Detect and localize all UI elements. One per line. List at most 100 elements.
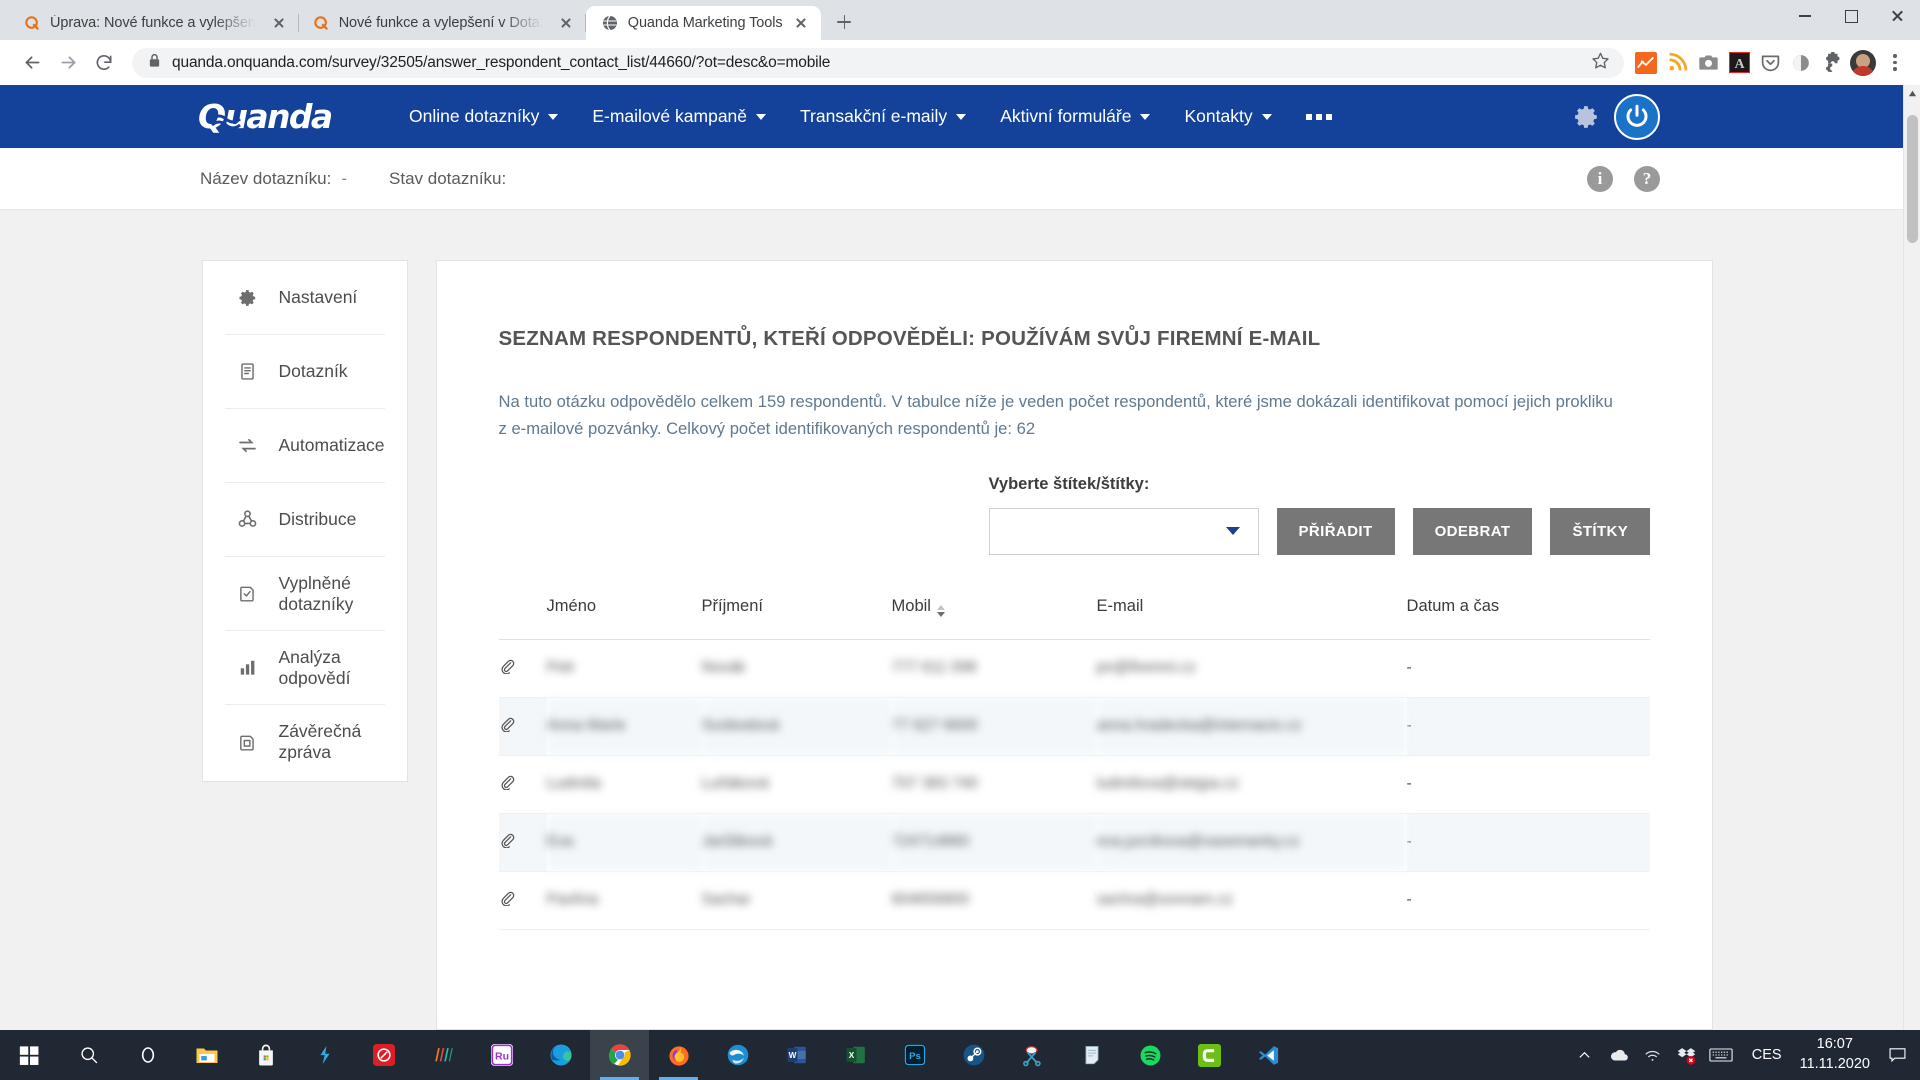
- steam-icon[interactable]: [944, 1030, 1003, 1080]
- rss-icon[interactable]: [1663, 49, 1691, 77]
- visual-studio-code-icon[interactable]: [1239, 1030, 1298, 1080]
- sidebar-item-distribuce[interactable]: Distribuce: [224, 483, 385, 557]
- camera-icon[interactable]: [1694, 49, 1722, 77]
- column-header-jmeno[interactable]: Jméno: [546, 596, 702, 640]
- windows-taskbar: Ru W X Ps CES 16:07 11.11.2020: [0, 1030, 1920, 1080]
- column-header-prijmeni[interactable]: Příjmení: [701, 596, 892, 640]
- tags-button[interactable]: ŠTÍTKY: [1550, 507, 1651, 555]
- nav-item-kontakty[interactable]: Kontakty: [1167, 85, 1288, 148]
- table-row[interactable]: Ludmila Luňáková 707 383 740 ludmilova@s…: [498, 755, 1651, 814]
- keyboard-icon[interactable]: [1704, 1030, 1738, 1080]
- survey-name-value: -: [341, 168, 348, 188]
- tag-select[interactable]: [988, 507, 1259, 555]
- row-attachment-icon[interactable]: [498, 813, 547, 872]
- adobe-creative-cloud-icon[interactable]: [354, 1030, 413, 1080]
- column-header-datum-a-cas[interactable]: Datum a čas: [1406, 596, 1651, 640]
- avatar: [1850, 49, 1876, 76]
- address-bar[interactable]: quanda.onquanda.com/survey/32505/answer_…: [132, 47, 1624, 78]
- row-attachment-icon[interactable]: [498, 755, 547, 814]
- scroll-up-arrow-icon[interactable]: [1904, 85, 1920, 102]
- search-icon[interactable]: [59, 1030, 118, 1080]
- browser-tab-active[interactable]: Quanda Marketing Tools: [585, 6, 822, 40]
- browser-tab[interactable]: Nové funkce a vylepšení v Dotaz: [298, 6, 586, 40]
- assign-tag-button[interactable]: PŘIŘADIT: [1276, 507, 1395, 555]
- page-scrollbar[interactable]: [1903, 85, 1920, 1030]
- nav-item-aktivni-formulare[interactable]: Aktivní formuláře: [983, 85, 1167, 148]
- adobe-premiere-rush-icon[interactable]: Ru: [472, 1030, 531, 1080]
- table-row[interactable]: Eva Jarůšková 724714860 eva.jurcikova@va…: [498, 813, 1651, 872]
- sidebar-item-analyza-odpovedi[interactable]: Analýza odpovědí: [224, 631, 385, 705]
- sort-indicator-icon[interactable]: [936, 604, 945, 617]
- new-tab-button[interactable]: [829, 7, 859, 37]
- mozilla-firefox-icon[interactable]: [649, 1030, 708, 1080]
- row-attachment-icon[interactable]: [498, 639, 547, 698]
- windows-start-icon[interactable]: [0, 1030, 59, 1080]
- close-window-button[interactable]: [1874, 0, 1920, 32]
- svg-text:Ru: Ru: [494, 1051, 508, 1063]
- pocket-icon[interactable]: [1756, 49, 1784, 77]
- nav-item-transakcni-emaily[interactable]: Transakční e-maily: [783, 85, 983, 148]
- thunderbird-icon[interactable]: [708, 1030, 767, 1080]
- row-attachment-icon[interactable]: [498, 871, 547, 930]
- tab-close-icon[interactable]: [269, 13, 289, 33]
- dropbox-icon[interactable]: [1670, 1030, 1704, 1080]
- cell-mobil: 604656800: [891, 871, 1097, 930]
- profile-avatar-icon[interactable]: [1849, 49, 1877, 77]
- reload-button[interactable]: [86, 45, 122, 81]
- scrollbar-thumb[interactable]: [1907, 115, 1918, 243]
- sidebar-item-vyplnene-dotazniky[interactable]: Vyplněné dotazníky: [224, 557, 385, 631]
- forward-button[interactable]: [50, 45, 86, 81]
- info-icon[interactable]: i: [1587, 165, 1613, 192]
- table-row[interactable]: Pavlína Sachar 604656800 sachra@sovnam.c…: [498, 871, 1651, 930]
- nav-item-online-dotazniky[interactable]: Online dotazníky: [392, 85, 575, 148]
- tab-close-icon[interactable]: [556, 13, 576, 33]
- table-row[interactable]: Petr Novák 777 611 098 pn@firemni.cz -: [498, 639, 1651, 698]
- analytics-icon[interactable]: [1632, 49, 1660, 77]
- user-power-avatar[interactable]: [1614, 93, 1660, 140]
- file-explorer-icon[interactable]: [177, 1030, 236, 1080]
- notifications-icon[interactable]: [1880, 1030, 1914, 1080]
- sidebar-item-automatizace[interactable]: Automatizace: [224, 409, 385, 483]
- microsoft-edge-icon[interactable]: [531, 1030, 590, 1080]
- puzzle-extensions-icon[interactable]: [1818, 49, 1846, 77]
- microsoft-excel-icon[interactable]: X: [826, 1030, 885, 1080]
- sidebar-item-zaverecna-zprava[interactable]: Závěrečná zpráva: [225, 705, 385, 779]
- spotify-icon[interactable]: [1121, 1030, 1180, 1080]
- table-row[interactable]: Anna Marie Svobodová 77 627 6600 anna.hr…: [498, 697, 1651, 756]
- snipping-tool-icon[interactable]: [1003, 1030, 1062, 1080]
- camtasia-icon[interactable]: [1180, 1030, 1239, 1080]
- remove-tag-button[interactable]: ODEBRAT: [1412, 507, 1533, 555]
- onedrive-icon[interactable]: [1602, 1030, 1636, 1080]
- wifi-icon[interactable]: [1636, 1030, 1670, 1080]
- language-indicator[interactable]: CES: [1738, 1047, 1796, 1063]
- nav-item-more-icon[interactable]: [1289, 113, 1349, 120]
- powershell-icon[interactable]: [295, 1030, 354, 1080]
- cortana-icon[interactable]: [118, 1030, 177, 1080]
- gear-icon[interactable]: [1574, 104, 1600, 130]
- nav-item-emailove-kampane[interactable]: E-mailové kampaně: [575, 85, 783, 148]
- adobe-photoshop-icon[interactable]: Ps: [885, 1030, 944, 1080]
- back-button[interactable]: [14, 45, 50, 81]
- column-header-email[interactable]: E-mail: [1096, 596, 1407, 640]
- help-icon[interactable]: ?: [1634, 165, 1660, 192]
- browser-tab[interactable]: Úprava: Nové funkce a vylepšení: [10, 6, 299, 40]
- show-hidden-icons-chevron[interactable]: [1568, 1030, 1602, 1080]
- chrome-menu-icon[interactable]: [1880, 48, 1910, 78]
- tab-close-icon[interactable]: [791, 13, 811, 33]
- google-chrome-icon[interactable]: [590, 1030, 649, 1080]
- maximize-window-button[interactable]: [1828, 0, 1874, 32]
- clock[interactable]: 16:07 11.11.2020: [1796, 1035, 1880, 1074]
- sticky-notes-icon[interactable]: [1062, 1030, 1121, 1080]
- sidebar-item-dotaznik[interactable]: Dotazník: [224, 335, 385, 409]
- minimize-window-button[interactable]: [1782, 0, 1828, 32]
- moon-icon[interactable]: [1787, 49, 1815, 77]
- bookmark-star-icon[interactable]: [1591, 51, 1610, 75]
- adobe-acrobat-icon[interactable]: A: [1725, 49, 1753, 77]
- row-attachment-icon[interactable]: [498, 697, 547, 756]
- column-header-mobil[interactable]: Mobil: [891, 596, 1097, 640]
- adobe-premiere-rush-bars-icon[interactable]: [413, 1030, 472, 1080]
- microsoft-word-icon[interactable]: W: [767, 1030, 826, 1080]
- sidebar-item-nastaveni[interactable]: Nastavení: [224, 261, 385, 335]
- microsoft-store-icon[interactable]: [236, 1030, 295, 1080]
- app-logo[interactable]: Quanda: [198, 95, 348, 139]
